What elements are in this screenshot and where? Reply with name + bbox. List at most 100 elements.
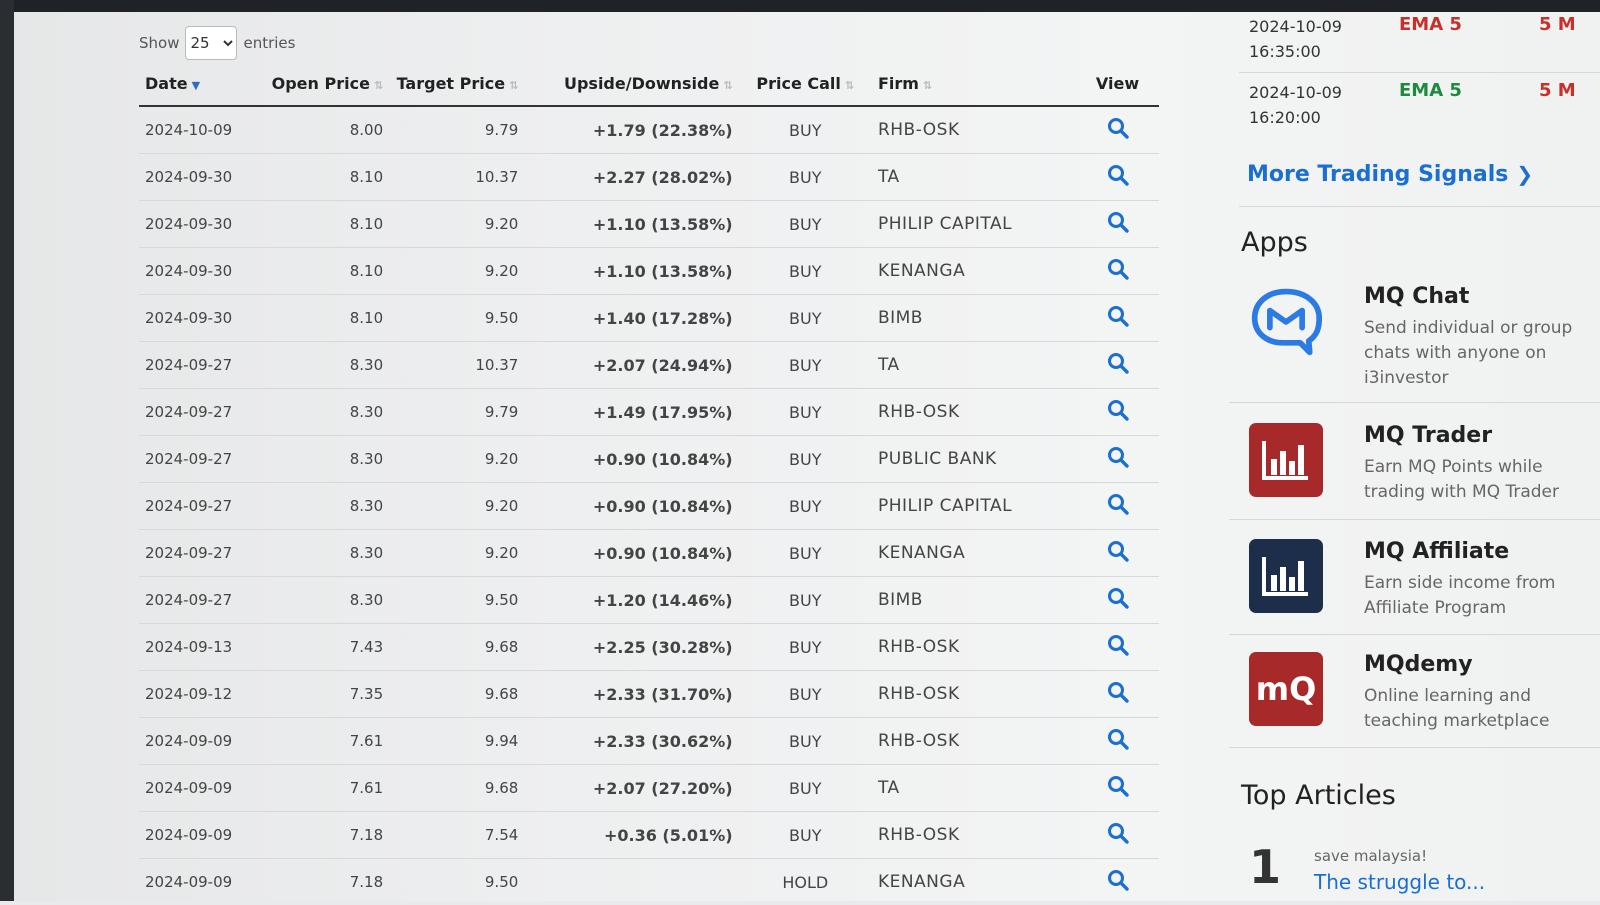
search-icon[interactable] (1107, 446, 1129, 468)
divider (1239, 72, 1600, 73)
cell-open-price: 8.10 (264, 295, 389, 342)
search-icon[interactable] (1107, 869, 1129, 891)
cell-view (1076, 624, 1159, 671)
table-row: 2024-09-097.619.68+2.07 (27.20%)BUYTA (139, 765, 1159, 812)
search-icon[interactable] (1107, 117, 1129, 139)
cell-view (1076, 671, 1159, 718)
cell-upside-downside: +2.07 (27.20%) (524, 765, 738, 812)
cell-open-price: 7.61 (264, 718, 389, 765)
sort-icon[interactable]: ⇅ (723, 79, 732, 92)
cell-view (1076, 765, 1159, 812)
cell-target-price: 9.20 (389, 248, 524, 295)
cell-target-price: 10.37 (389, 154, 524, 201)
column-header-price-call[interactable]: Price Call⇅ (739, 66, 872, 106)
cell-date: 2024-09-27 (139, 342, 264, 389)
search-icon[interactable] (1107, 258, 1129, 280)
search-icon[interactable] (1107, 540, 1129, 562)
cell-firm: KENANGA (872, 530, 1076, 577)
signal-timeframe: 5 M (1539, 80, 1576, 101)
table-row: 2024-10-098.009.79+1.79 (22.38%)BUYRHB-O… (139, 106, 1159, 154)
table-header-row: Date▼ Open Price⇅ Target Price⇅ Upside/D… (139, 66, 1159, 106)
sort-icon[interactable]: ⇅ (845, 79, 854, 92)
table-row: 2024-09-278.3010.37+2.07 (24.94%)BUYTA (139, 342, 1159, 389)
cell-price-call: BUY (739, 154, 872, 201)
cell-firm: BIMB (872, 577, 1076, 624)
cell-date: 2024-09-09 (139, 718, 264, 765)
price-target-table: Date▼ Open Price⇅ Target Price⇅ Upside/D… (139, 66, 1159, 905)
cell-open-price: 8.30 (264, 530, 389, 577)
sort-icon[interactable]: ⇅ (923, 79, 932, 92)
column-header-date[interactable]: Date▼ (139, 66, 264, 106)
cell-price-call: BUY (739, 483, 872, 530)
search-icon[interactable] (1107, 634, 1129, 656)
cell-firm: RHB-OSK (872, 389, 1076, 436)
cell-price-call: BUY (739, 765, 872, 812)
cell-date: 2024-09-30 (139, 295, 264, 342)
cell-firm: RHB-OSK (872, 718, 1076, 765)
sort-icon[interactable]: ⇅ (509, 79, 518, 92)
search-icon[interactable] (1107, 211, 1129, 233)
entries-select[interactable]: 25 (185, 26, 237, 60)
signal-date: 2024-10-09 (1249, 83, 1342, 102)
cell-open-price: 8.10 (264, 154, 389, 201)
search-icon[interactable] (1107, 728, 1129, 750)
article-title-link[interactable]: The struggle to... (1314, 870, 1485, 894)
search-icon[interactable] (1107, 681, 1129, 703)
sort-desc-icon[interactable]: ▼ (192, 79, 200, 92)
table-row: 2024-09-278.309.20+0.90 (10.84%)BUYPHILI… (139, 483, 1159, 530)
article-rank: 1 (1249, 840, 1281, 894)
signal-timeframe: 5 M (1539, 14, 1576, 35)
app-mqdemy[interactable]: mQ MQdemy Online learning and teaching m… (1249, 652, 1599, 762)
cell-firm: TA (872, 765, 1076, 812)
search-icon[interactable] (1107, 164, 1129, 186)
app-mq-chat[interactable]: MQ Chat Send individual or group chats w… (1249, 284, 1599, 394)
article-source[interactable]: save malaysia! (1314, 847, 1427, 865)
search-icon[interactable] (1107, 305, 1129, 327)
column-header-open-price-label: Open Price (272, 74, 370, 93)
cell-target-price: 9.50 (389, 859, 524, 905)
column-header-target-price[interactable]: Target Price⇅ (389, 66, 524, 106)
app-mq-trader[interactable]: MQ Trader Earn MQ Points while trading w… (1249, 423, 1599, 533)
cell-open-price: 8.30 (264, 483, 389, 530)
cell-upside-downside: +1.10 (13.58%) (524, 201, 738, 248)
table-row: 2024-09-308.1010.37+2.27 (28.02%)BUYTA (139, 154, 1159, 201)
sort-icon[interactable]: ⇅ (374, 79, 383, 92)
search-icon[interactable] (1107, 352, 1129, 374)
table-row: 2024-09-308.109.20+1.10 (13.58%)BUYKENAN… (139, 248, 1159, 295)
search-icon[interactable] (1107, 493, 1129, 515)
more-trading-signals-link[interactable]: More Trading Signals❯ (1247, 162, 1533, 187)
cell-date: 2024-09-27 (139, 436, 264, 483)
cell-price-call: BUY (739, 106, 872, 154)
search-icon[interactable] (1107, 587, 1129, 609)
cell-firm: TA (872, 342, 1076, 389)
search-icon[interactable] (1107, 822, 1129, 844)
column-header-target-price-label: Target Price (397, 74, 506, 93)
divider (1239, 206, 1600, 207)
cell-open-price: 7.35 (264, 671, 389, 718)
cell-target-price: 9.50 (389, 295, 524, 342)
cell-price-call: BUY (739, 718, 872, 765)
cell-target-price: 10.37 (389, 342, 524, 389)
cell-price-call: BUY (739, 436, 872, 483)
cell-target-price: 9.79 (389, 389, 524, 436)
app-mq-affiliate[interactable]: MQ Affiliate Earn side income from Affil… (1249, 539, 1599, 649)
column-header-upside-downside[interactable]: Upside/Downside⇅ (524, 66, 738, 106)
search-icon[interactable] (1107, 399, 1129, 421)
cell-target-price: 9.20 (389, 483, 524, 530)
cell-upside-downside: +2.25 (30.28%) (524, 624, 738, 671)
table-row: 2024-09-308.109.50+1.40 (17.28%)BUYBIMB (139, 295, 1159, 342)
column-header-view-label: View (1096, 74, 1139, 93)
cell-upside-downside: +1.10 (13.58%) (524, 248, 738, 295)
column-header-firm-label: Firm (878, 74, 919, 93)
column-header-open-price[interactable]: Open Price ⇅ (264, 66, 389, 106)
search-icon[interactable] (1107, 775, 1129, 797)
column-header-firm[interactable]: Firm ⇅ (872, 66, 1076, 106)
table-row: 2024-09-308.109.20+1.10 (13.58%)BUYPHILI… (139, 201, 1159, 248)
cell-date: 2024-09-09 (139, 859, 264, 905)
cell-price-call: BUY (739, 389, 872, 436)
cell-target-price: 9.94 (389, 718, 524, 765)
cell-firm: KENANGA (872, 859, 1076, 905)
cell-date: 2024-09-30 (139, 248, 264, 295)
cell-price-call: BUY (739, 201, 872, 248)
signal-time: 16:35:00 (1249, 42, 1321, 61)
